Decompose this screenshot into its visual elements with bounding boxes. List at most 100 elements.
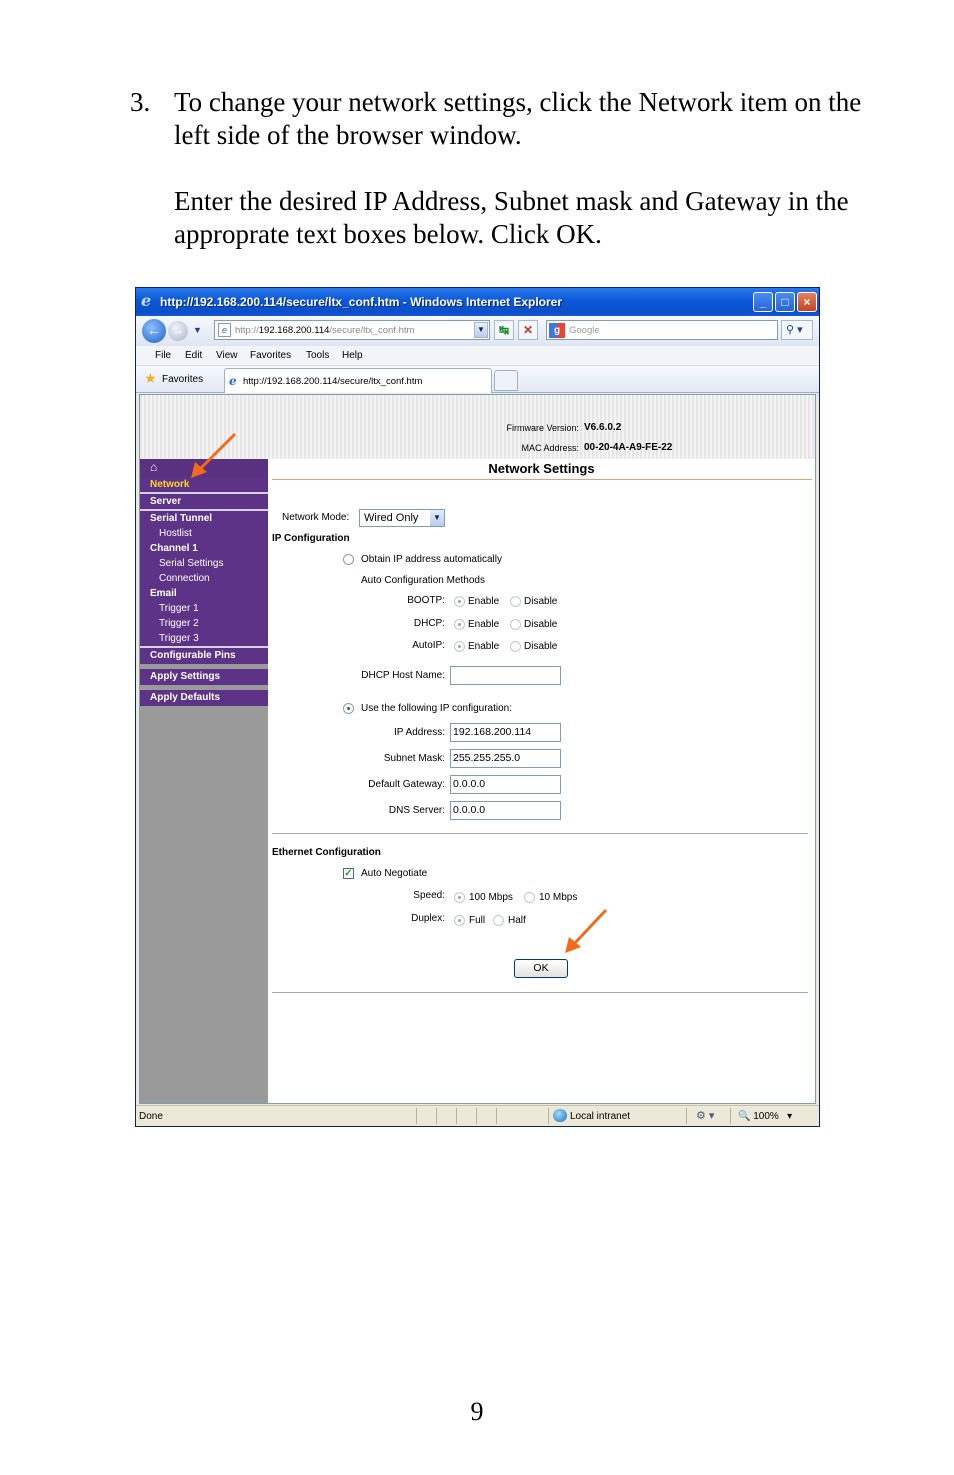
menu-tools[interactable]: Tools — [306, 350, 329, 361]
search-button[interactable]: ⚲ ▾ — [781, 320, 813, 340]
ok-button[interactable]: OK — [514, 959, 568, 978]
dhcp-enable-label: Enable — [468, 619, 500, 630]
speed-10-label: 10 Mbps — [539, 892, 578, 903]
google-logo-icon: g — [549, 323, 565, 338]
ip-address-input[interactable]: 192.168.200.114 — [450, 723, 561, 742]
status-divider — [730, 1108, 731, 1124]
status-text: Done — [139, 1111, 163, 1122]
auto-negotiate-checkbox[interactable]: ✓ — [343, 868, 354, 879]
duplex-full-label: Full — [469, 915, 486, 926]
history-dropdown-icon[interactable]: ▼ — [193, 325, 202, 335]
zoom-value: 100% — [753, 1111, 779, 1122]
sidebar-item-serial-settings[interactable]: Serial Settings — [140, 556, 268, 571]
network-mode-select[interactable]: Wired Only ▼ — [359, 509, 445, 527]
sidebar-item-apply-settings[interactable]: Apply Settings — [140, 669, 268, 685]
bootp-disable-radio[interactable] — [510, 596, 521, 607]
sidebar-item-channel-1[interactable]: Channel 1 — [140, 541, 268, 556]
menu-help[interactable]: Help — [342, 350, 363, 361]
section-divider — [272, 992, 808, 993]
dhcp-enable-radio[interactable] — [454, 619, 465, 630]
speed-label: Speed: — [413, 890, 445, 901]
network-mode-label: Network Mode: — [282, 512, 350, 523]
obtain-auto-radio[interactable] — [343, 554, 354, 565]
step-number: 3. — [130, 87, 151, 117]
new-tab-button[interactable] — [494, 370, 518, 391]
sidebar-item-server[interactable]: Server — [140, 494, 268, 509]
globe-icon — [553, 1109, 567, 1122]
default-gateway-input[interactable]: 0.0.0.0 — [450, 775, 561, 794]
browser-tab[interactable]: e http://192.168.200.114/secure/ltx_conf… — [224, 368, 492, 393]
autoip-enable-label: Enable — [468, 641, 500, 652]
ethernet-configuration-heading: Ethernet Configuration — [272, 847, 381, 858]
refresh-icon[interactable]: ↹ — [494, 320, 514, 340]
autoip-disable-radio[interactable] — [510, 641, 521, 652]
bootp-enable-radio[interactable] — [454, 596, 465, 607]
menu-view[interactable]: View — [216, 350, 238, 361]
speed-10-radio[interactable] — [524, 892, 535, 903]
favorites-button[interactable]: Favorites — [162, 374, 203, 385]
network-settings-panel: Network Settings Network Mode: Wired Onl… — [268, 459, 815, 1103]
protected-mode-icon[interactable]: ⚙ ▾ — [696, 1109, 714, 1122]
forward-button[interactable]: → — [168, 321, 188, 341]
bootp-disable-label: Disable — [524, 596, 558, 607]
minimize-button[interactable]: _ — [753, 292, 773, 312]
dhcp-disable-label: Disable — [524, 619, 558, 630]
dns-server-input[interactable]: 0.0.0.0 — [450, 801, 561, 820]
use-following-radio[interactable] — [343, 703, 354, 714]
speed-100-radio[interactable] — [454, 892, 465, 903]
stop-icon[interactable]: ✕ — [518, 320, 538, 340]
back-button[interactable]: ← — [142, 319, 166, 343]
menu-edit[interactable]: Edit — [185, 350, 202, 361]
speed-100-label: 100 Mbps — [469, 892, 513, 903]
zoom-level[interactable]: 🔍 100% ▾ — [738, 1111, 792, 1122]
use-following-label: Use the following IP configuration: — [361, 703, 513, 714]
sidebar-item-apply-defaults[interactable]: Apply Defaults — [140, 690, 268, 706]
close-button[interactable]: × — [797, 292, 817, 312]
ie-logo-icon: e — [141, 291, 152, 310]
favorites-star-icon[interactable]: ★ — [144, 371, 157, 385]
dhcp-host-input[interactable] — [450, 666, 561, 685]
status-divider — [496, 1108, 497, 1124]
sidebar-item-serial-tunnel[interactable]: Serial Tunnel — [140, 511, 268, 526]
status-divider — [686, 1108, 687, 1124]
dns-server-label: DNS Server: — [388, 805, 445, 816]
section-divider — [272, 833, 808, 834]
network-mode-value: Wired Only — [364, 512, 419, 524]
favorites-bar: ★ Favorites e http://192.168.200.114/sec… — [136, 366, 819, 393]
autoip-enable-radio[interactable] — [454, 641, 465, 652]
address-dropdown-icon[interactable]: ▼ — [474, 322, 488, 338]
sidebar-item-trigger-3[interactable]: Trigger 3 — [140, 631, 268, 646]
duplex-full-radio[interactable] — [454, 915, 465, 926]
obtain-auto-label: Obtain IP address automatically — [361, 554, 503, 565]
status-divider — [476, 1108, 477, 1124]
bootp-enable-label: Enable — [468, 596, 500, 607]
menu-file[interactable]: File — [155, 350, 171, 361]
sidebar-item-hostlist[interactable]: Hostlist — [140, 526, 268, 541]
annotation-arrow-network — [191, 432, 237, 478]
dhcp-host-label: DHCP Host Name: — [361, 670, 445, 681]
sidebar-item-trigger-1[interactable]: Trigger 1 — [140, 601, 268, 616]
status-bar: Done Local intranet ⚙ ▾ 🔍 100% ▾ — [136, 1105, 819, 1126]
mac-label: MAC Address: — [521, 443, 579, 453]
firmware-value: V6.6.0.2 — [584, 422, 622, 433]
sidebar-item-connection[interactable]: Connection — [140, 571, 268, 586]
sidebar-item-email[interactable]: Email — [140, 586, 268, 601]
maximize-button[interactable]: □ — [775, 292, 795, 312]
dhcp-label: DHCP: — [413, 618, 445, 629]
dhcp-disable-radio[interactable] — [510, 619, 521, 630]
page-number: 9 — [470, 1397, 484, 1426]
auto-negotiate-label: Auto Negotiate — [361, 868, 428, 879]
bootp-label: BOOTP: — [407, 595, 445, 606]
sidebar-item-trigger-2[interactable]: Trigger 2 — [140, 616, 268, 631]
instruction-paragraph-2: Enter the desired IP Address, Subnet mas… — [174, 186, 849, 249]
duplex-label: Duplex: — [411, 913, 445, 924]
sidebar-item-configurable-pins[interactable]: Configurable Pins — [140, 648, 268, 664]
address-bar[interactable]: e http://192.168.200.114/secure/ltx_conf… — [214, 320, 490, 340]
duplex-half-radio[interactable] — [493, 915, 504, 926]
security-zone: Local intranet — [570, 1111, 631, 1122]
tab-title: http://192.168.200.114/secure/ltx_conf.h… — [243, 376, 423, 387]
search-input[interactable]: g Google — [546, 320, 778, 340]
subnet-mask-input[interactable]: 255.255.255.0 — [450, 749, 561, 768]
status-divider — [436, 1108, 437, 1124]
menu-favorites[interactable]: Favorites — [250, 350, 291, 361]
